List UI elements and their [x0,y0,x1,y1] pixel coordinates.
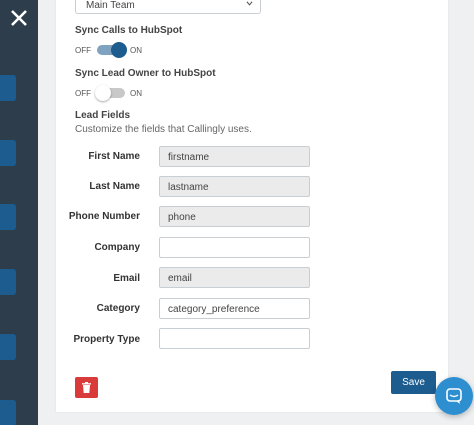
toggle-on-label: ON [130,88,142,98]
lead-fields-title: Lead Fields [75,110,131,121]
lead-fields-description: Customize the fields that Callingly uses… [75,124,252,135]
field-label-company: Company [94,242,140,253]
close-icon [11,10,27,26]
sync-calls-toggle-row: OFF ON [75,42,142,58]
sync-calls-toggle[interactable] [97,42,127,58]
sync-calls-label: Sync Calls to HubSpot [75,25,183,36]
toggle-off-label: OFF [75,45,91,55]
chat-launcher-button[interactable] [435,377,473,415]
save-button[interactable]: Save [391,371,436,394]
team-select[interactable]: Main Team [75,0,261,14]
sync-owner-toggle-row: OFF ON [75,85,142,101]
background-button [0,400,16,425]
delete-button[interactable] [75,377,98,398]
property-type-field[interactable] [159,328,310,349]
background-button [0,75,16,101]
chat-icon [446,388,462,404]
category-field[interactable]: category_preference [159,298,310,319]
field-label-category: Category [96,303,140,314]
phone-number-field[interactable]: phone [159,206,310,227]
sync-owner-label: Sync Lead Owner to HubSpot [75,68,216,79]
email-field[interactable]: email [159,267,310,288]
chevron-down-icon [246,1,253,6]
first-name-field[interactable]: firstname [159,146,310,167]
close-button[interactable] [2,3,36,33]
last-name-field[interactable]: lastname [159,176,310,197]
field-label-email: Email [113,273,140,284]
field-label-property-type: Property Type [73,334,141,345]
sync-owner-toggle[interactable] [95,85,125,101]
team-select-value: Main Team [86,0,135,11]
toggle-on-label: ON [130,45,142,55]
field-label-first-name: First Name [88,151,140,162]
company-field[interactable] [159,237,310,258]
field-label-phone-number: Phone Number [68,211,140,222]
trash-icon [82,382,91,393]
field-label-last-name: Last Name [89,181,140,192]
toggle-off-label: OFF [75,88,91,98]
